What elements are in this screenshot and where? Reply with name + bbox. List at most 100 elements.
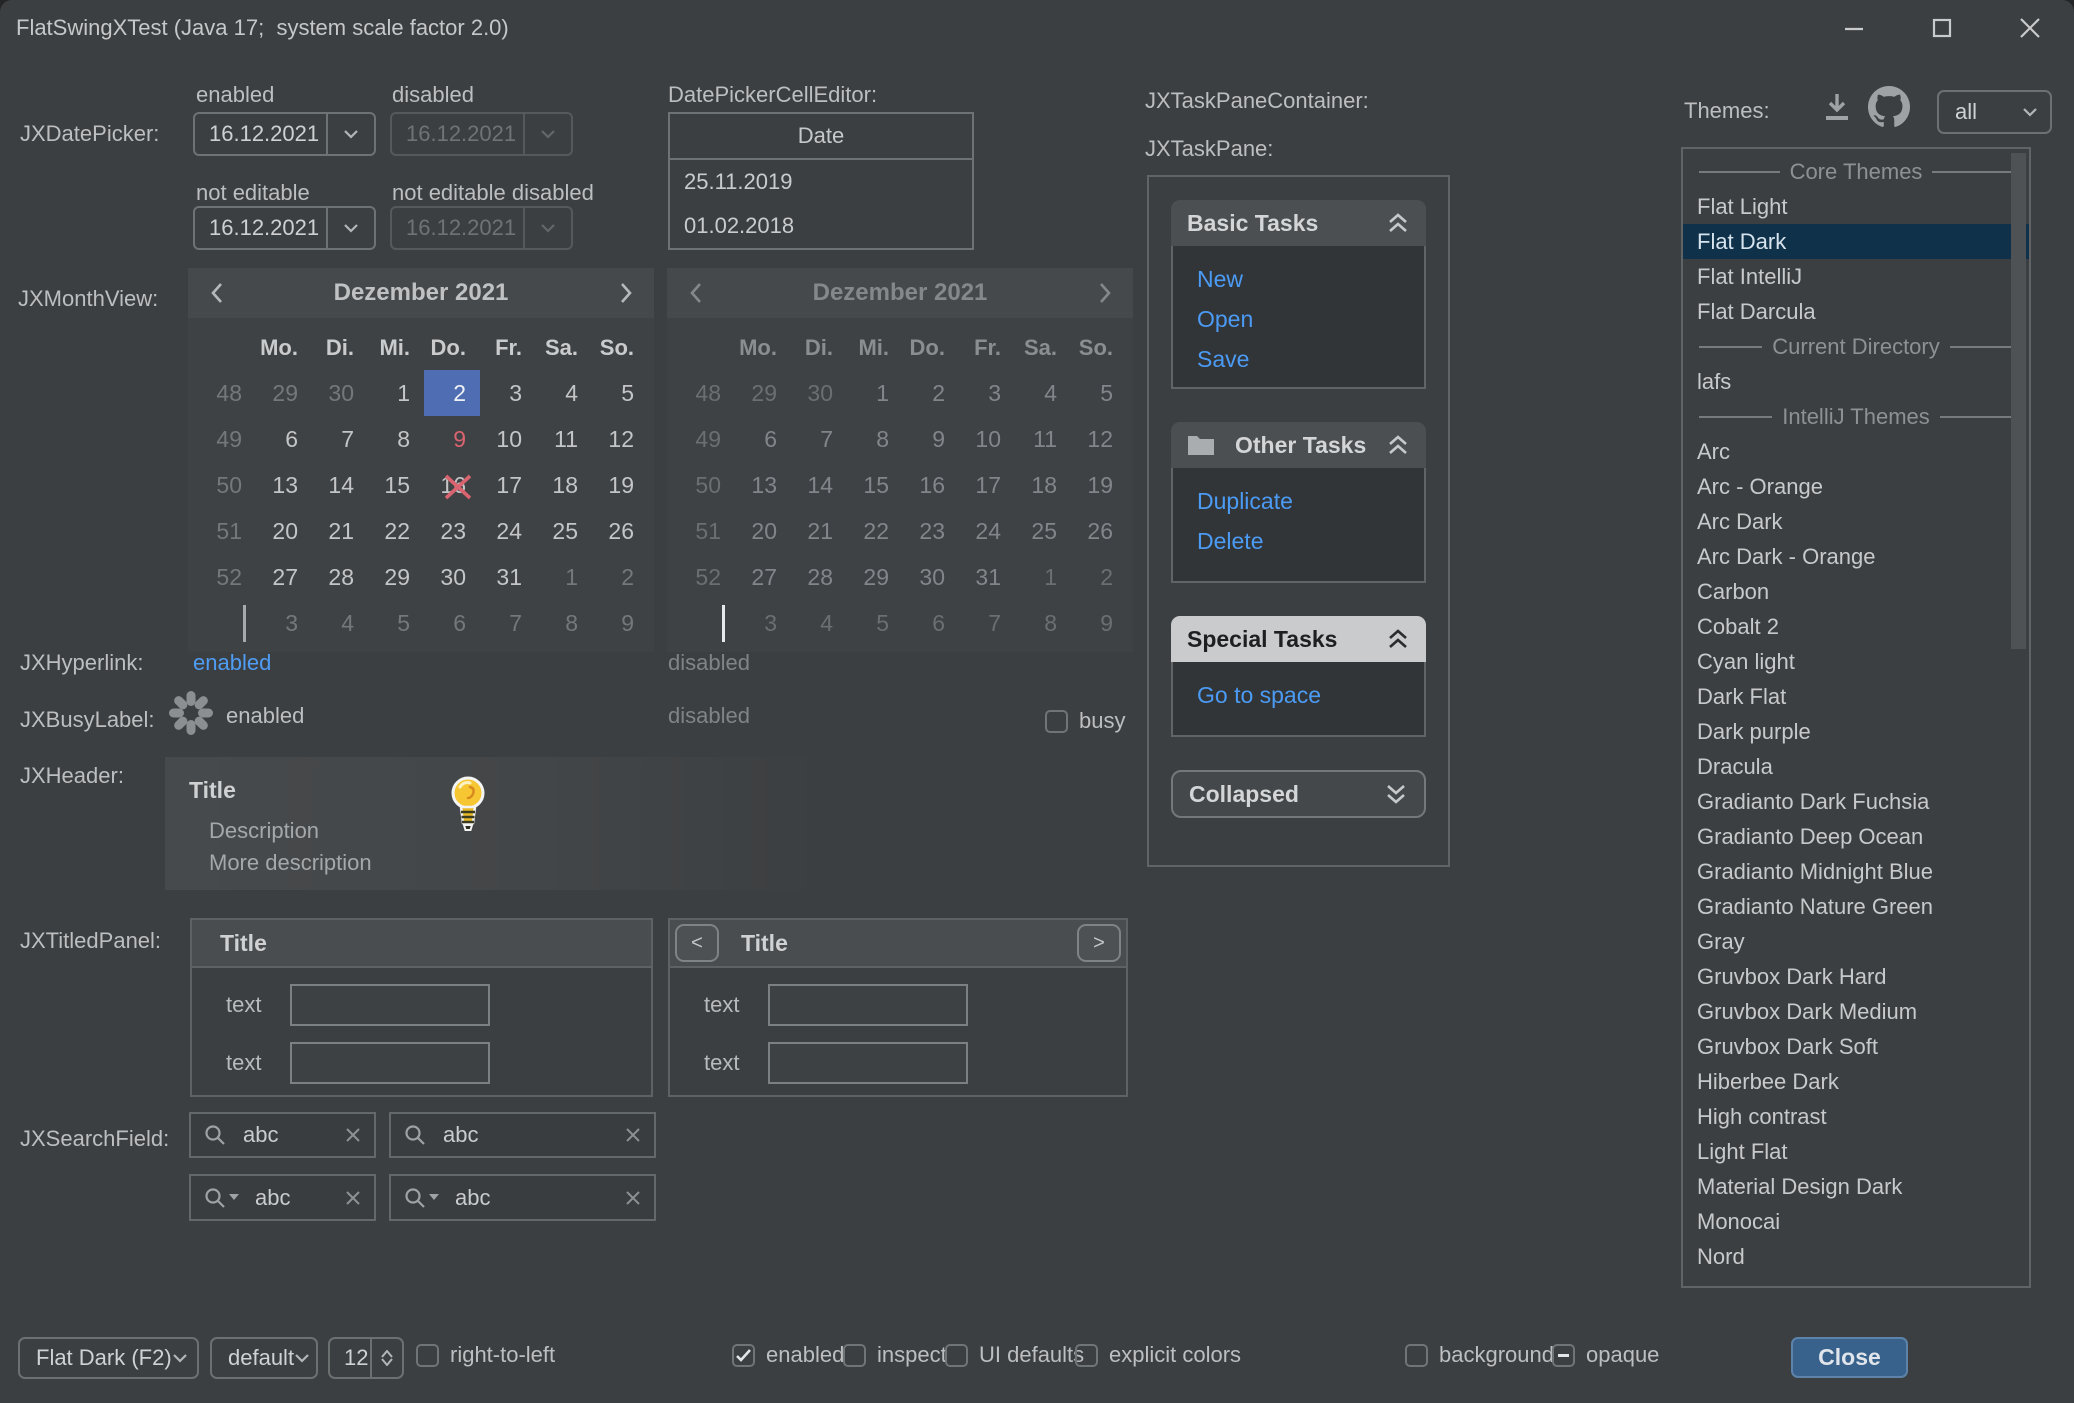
calendar-day[interactable]: 28 — [312, 554, 368, 600]
calendar-day[interactable]: 9 — [592, 600, 648, 646]
calendar-day[interactable]: 10 — [480, 416, 536, 462]
checkbox-explicit-colors[interactable]: explicit colors — [1075, 1342, 1241, 1368]
laf-combo[interactable]: Flat Dark (F2) — [18, 1337, 199, 1379]
calendar-day[interactable]: 31 — [480, 554, 536, 600]
text-input[interactable] — [290, 1042, 490, 1084]
theme-item[interactable]: Dark purple — [1683, 714, 2029, 749]
theme-item[interactable]: Cyan light — [1683, 644, 2029, 679]
theme-item[interactable]: Gruvbox Dark Medium — [1683, 994, 2029, 1029]
hyperlink-enabled[interactable]: enabled — [193, 650, 271, 676]
calendar-day[interactable]: 20 — [256, 508, 312, 554]
theme-item[interactable]: Dark Flat — [1683, 679, 2029, 714]
calendar-day[interactable]: 13 — [256, 462, 312, 508]
checkbox-inspect[interactable]: inspect — [843, 1342, 947, 1368]
github-icon[interactable] — [1868, 86, 1910, 133]
theme-item[interactable]: Light Flat — [1683, 1134, 2029, 1169]
chevron-double-up-icon[interactable] — [1386, 212, 1410, 234]
task-link[interactable]: Save — [1197, 346, 1424, 373]
checkbox-opaque[interactable]: opaque — [1552, 1342, 1659, 1368]
theme-item[interactable]: Material Design Dark — [1683, 1169, 2029, 1204]
calendar-day[interactable]: 29 — [368, 554, 424, 600]
search-input[interactable]: abc — [443, 1122, 624, 1148]
theme-item[interactable]: Gruvbox Dark Soft — [1683, 1029, 2029, 1064]
clear-icon[interactable] — [624, 1126, 642, 1144]
theme-item[interactable]: Gradianto Nature Green — [1683, 889, 2029, 924]
calendar-day[interactable]: 26 — [592, 508, 648, 554]
checkbox-ui-defaults[interactable]: UI defaults — [945, 1342, 1084, 1368]
style-combo[interactable]: default — [210, 1337, 318, 1379]
calendar-day[interactable]: 14 — [312, 462, 368, 508]
calendar-day[interactable]: 7 — [312, 416, 368, 462]
search-field[interactable]: abc — [389, 1112, 656, 1158]
calendar-day[interactable]: 1 — [536, 554, 592, 600]
theme-item[interactable]: Arc — [1683, 434, 2029, 469]
checkbox-box[interactable] — [1405, 1344, 1428, 1367]
search-input[interactable]: abc — [243, 1122, 344, 1148]
calendar-day[interactable]: 4 — [536, 370, 592, 416]
chevron-double-up-icon[interactable] — [1386, 434, 1410, 456]
calendar-day[interactable]: 1 — [368, 370, 424, 416]
table-row[interactable]: 01.02.2018 — [670, 204, 972, 248]
theme-item[interactable]: Dracula — [1683, 749, 2029, 784]
clear-icon[interactable] — [344, 1189, 362, 1207]
checkbox-box[interactable] — [945, 1344, 968, 1367]
search-field-dropdown[interactable]: abc — [189, 1174, 376, 1221]
calendar-day[interactable]: 3 — [256, 600, 312, 646]
stepper-buttons[interactable] — [370, 1339, 402, 1377]
theme-item[interactable]: Flat Dark — [1683, 224, 2029, 259]
theme-item[interactable]: Arc - Orange — [1683, 469, 2029, 504]
calendar-day[interactable]: 19 — [592, 462, 648, 508]
calendar-day[interactable]: 16 — [424, 462, 480, 508]
calendar-day[interactable]: 5 — [592, 370, 648, 416]
theme-item[interactable]: High contrast — [1683, 1099, 2029, 1134]
clear-icon[interactable] — [624, 1189, 642, 1207]
calendar-day[interactable]: 17 — [480, 462, 536, 508]
calendar-day[interactable]: 23 — [424, 508, 480, 554]
calendar-day[interactable]: 8 — [536, 600, 592, 646]
next-button[interactable]: > — [1077, 924, 1121, 962]
calendar-day[interactable]: 30 — [424, 554, 480, 600]
close-button[interactable]: Close — [1791, 1337, 1908, 1378]
calendar-day[interactable]: 22 — [368, 508, 424, 554]
calendar-day[interactable]: 8 — [368, 416, 424, 462]
task-link[interactable]: Open — [1197, 306, 1424, 333]
theme-item[interactable]: Flat Darcula — [1683, 294, 2029, 329]
calendar-day[interactable]: 9 — [424, 416, 480, 462]
font-size-stepper[interactable]: 12 — [328, 1337, 404, 1379]
date-column-header[interactable]: Date — [670, 114, 972, 160]
chevron-down-icon[interactable] — [326, 114, 374, 154]
checkbox-enabled[interactable]: enabled — [732, 1342, 844, 1368]
calendar-day[interactable]: 25 — [536, 508, 592, 554]
calendar-day[interactable]: 7 — [480, 600, 536, 646]
text-input[interactable] — [768, 984, 968, 1026]
theme-item[interactable]: Gray — [1683, 924, 2029, 959]
chevron-double-down-icon[interactable] — [1384, 783, 1408, 805]
checkbox-box[interactable] — [416, 1344, 439, 1367]
theme-item[interactable]: Hiberbee Dark — [1683, 1064, 2029, 1099]
theme-item[interactable]: Carbon — [1683, 574, 2029, 609]
taskpane-header[interactable]: Collapsed — [1171, 770, 1426, 818]
maximize-button[interactable] — [1898, 0, 1986, 56]
taskpane-header[interactable]: Other Tasks — [1171, 422, 1426, 468]
calendar-day[interactable]: 18 — [536, 462, 592, 508]
search-input[interactable]: abc — [455, 1185, 624, 1211]
checkbox-right-to-left[interactable]: right-to-left — [416, 1342, 555, 1368]
calendar-day[interactable]: 2 — [424, 370, 480, 416]
task-link[interactable]: New — [1197, 266, 1424, 293]
calendar-day[interactable]: 27 — [256, 554, 312, 600]
calendar-day[interactable]: 21 — [312, 508, 368, 554]
theme-item[interactable]: Gruvbox Dark Hard — [1683, 959, 2029, 994]
calendar-day[interactable]: 24 — [480, 508, 536, 554]
calendar-day[interactable]: 29 — [256, 370, 312, 416]
checkbox-background[interactable]: background — [1405, 1342, 1554, 1368]
clear-icon[interactable] — [344, 1126, 362, 1144]
search-field-dropdown[interactable]: abc — [389, 1174, 656, 1221]
scrollbar-thumb[interactable] — [2011, 153, 2026, 649]
datepicker-not-editable[interactable]: 16.12.2021 — [193, 206, 376, 250]
text-input[interactable] — [768, 1042, 968, 1084]
themes-filter-combo[interactable]: all — [1937, 90, 2052, 134]
theme-item[interactable]: Arc Dark — [1683, 504, 2029, 539]
checkbox-box[interactable] — [1552, 1344, 1575, 1367]
search-dropdown-icon[interactable] — [203, 1186, 239, 1210]
calendar-day[interactable]: 6 — [424, 600, 480, 646]
